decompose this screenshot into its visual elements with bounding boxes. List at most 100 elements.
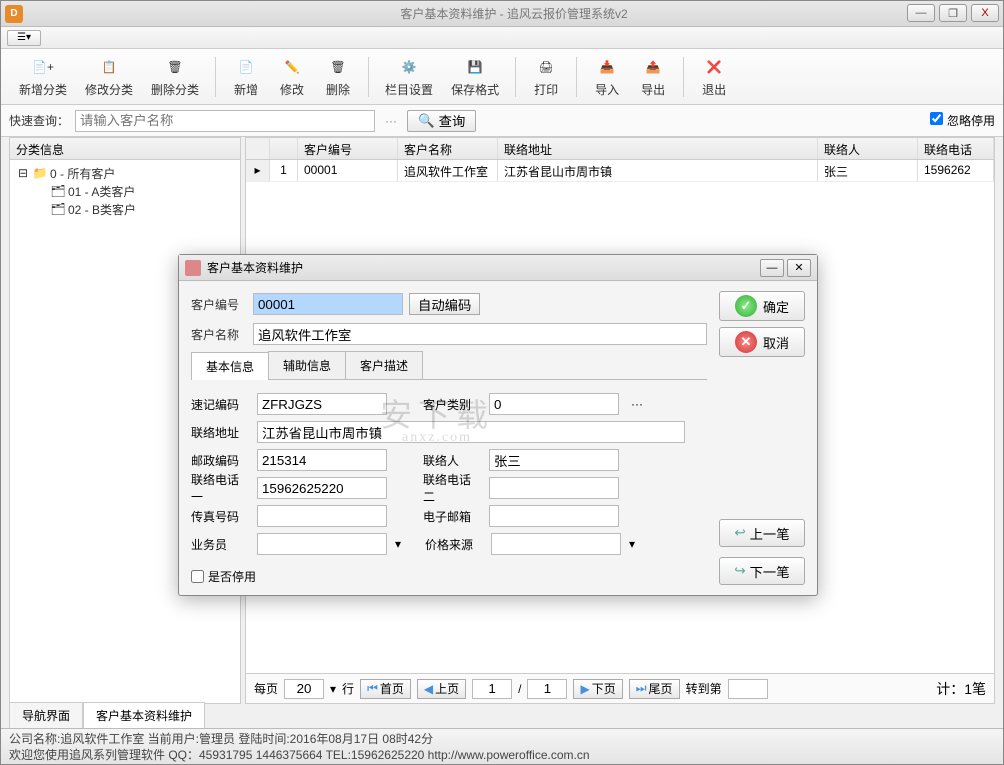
ok-button[interactable]: ✓确定 <box>719 291 805 321</box>
tree-item[interactable]: ⊟📁0 - 所有客户 <box>16 164 234 182</box>
close-button[interactable]: X <box>971 4 999 22</box>
check-icon: ✓ <box>735 295 757 317</box>
ribbon-修改[interactable]: ✏️修改 <box>270 53 314 100</box>
mnemonic-input[interactable] <box>257 393 387 415</box>
pager: 每页 ▾ 行 ⏮首页 ◀上页 / ▶下页 ⏭尾页 转到第 计：1笔 <box>246 673 994 703</box>
toolbar-icon: 📄 <box>232 55 260 79</box>
zip-input[interactable] <box>257 449 387 471</box>
address-input[interactable] <box>257 421 685 443</box>
search-more-icon[interactable]: ··· <box>381 114 401 128</box>
tree-header: 分类信息 <box>10 138 240 160</box>
last-page-button[interactable]: ⏭尾页 <box>629 679 680 699</box>
toolbar-icon: ❌ <box>700 55 728 79</box>
table-row[interactable]: ▸100001追风软件工作室江苏省昆山市周市镇张三1596262 <box>246 160 994 182</box>
ribbon-栏目设置[interactable]: ⚙️栏目设置 <box>377 53 441 100</box>
toolbar-icon: 📥 <box>593 55 621 79</box>
tel1-input[interactable] <box>257 477 387 499</box>
ribbon-删除分类[interactable]: 🗑删除分类 <box>143 53 207 100</box>
toolbar-icon: 🗑 <box>161 55 189 79</box>
next-page-button[interactable]: ▶下页 <box>573 679 622 699</box>
search-bar: 快速查询： ··· 🔍查询 忽略停用 <box>1 105 1003 137</box>
contact-input[interactable] <box>489 449 619 471</box>
prev-page-button[interactable]: ◀上页 <box>417 679 466 699</box>
ribbon-保存格式[interactable]: 💾保存格式 <box>443 53 507 100</box>
tree-item[interactable]: 🗂01 - A类客户 <box>16 182 234 200</box>
folder-icon: 🗂 <box>51 202 65 216</box>
bottom-tabs: 导航界面 客户基本资料维护 <box>9 702 205 728</box>
tab-customer-desc[interactable]: 客户描述 <box>345 351 423 379</box>
cancel-button[interactable]: ✕取消 <box>719 327 805 357</box>
customer-detail-dialog: 客户基本资料维护 — ✕ 客户编号 自动编码 客户名称 基本信息 辅助信息 客户… <box>178 254 818 596</box>
arrow-right-icon: ↪ <box>734 563 745 579</box>
arrow-left-icon: ↩ <box>734 525 745 541</box>
ribbon-打印[interactable]: 🖨打印 <box>524 53 568 100</box>
ribbon-退出[interactable]: ❌退出 <box>692 53 736 100</box>
toolbar-icon: 📋 <box>95 55 123 79</box>
tab-customer-maint[interactable]: 客户基本资料维护 <box>83 702 205 728</box>
toolbar-icon: 🖨 <box>532 55 560 79</box>
tab-basic-info[interactable]: 基本信息 <box>191 352 269 380</box>
record-count: 计：1笔 <box>936 679 986 699</box>
dropdown-icon[interactable]: ▾ <box>395 537 401 551</box>
maximize-button[interactable]: ❐ <box>939 4 967 22</box>
customer-code-input[interactable] <box>253 293 403 315</box>
page-input[interactable] <box>472 679 512 699</box>
search-icon: 🔍 <box>418 113 435 129</box>
tree-expand-icon[interactable]: ⊟ <box>16 166 30 180</box>
folder-icon: 🗂 <box>51 184 65 198</box>
email-input[interactable] <box>489 505 619 527</box>
tab-aux-info[interactable]: 辅助信息 <box>268 351 346 379</box>
qa-menu-button[interactable]: ☰▾ <box>7 30 41 46</box>
search-input[interactable] <box>75 110 375 132</box>
search-label: 快速查询： <box>9 112 69 129</box>
goto-page-input[interactable] <box>728 679 768 699</box>
auto-code-button[interactable]: 自动编码 <box>409 293 480 315</box>
category-input[interactable] <box>489 393 619 415</box>
ribbon-新增分类[interactable]: 📄+新增分类 <box>11 53 75 100</box>
window-title: 客户基本资料维护 - 追风云报价管理系统v2 <box>29 5 999 22</box>
folder-icon: 📁 <box>33 166 47 180</box>
dialog-minimize-button[interactable]: — <box>760 259 784 277</box>
ribbon-toolbar: 📄+新增分类📋修改分类🗑删除分类 📄新增✏️修改🗑删除 ⚙️栏目设置💾保存格式 🖨打印… <box>1 49 1003 105</box>
toolbar-icon: 🗑 <box>324 55 352 79</box>
sales-input[interactable] <box>257 533 387 555</box>
grid-header: 客户编号 客户名称 联络地址 联络人 联络电话 <box>246 138 994 160</box>
tel2-input[interactable] <box>489 477 619 499</box>
tree-expand-icon[interactable] <box>34 184 48 198</box>
ribbon-导入[interactable]: 📥导入 <box>585 53 629 100</box>
disabled-checkbox[interactable] <box>191 570 204 583</box>
prev-record-button[interactable]: ↩上一笔 <box>719 519 805 547</box>
ribbon-导出[interactable]: 📤导出 <box>631 53 675 100</box>
price-source-input[interactable] <box>491 533 621 555</box>
page-total <box>527 679 567 699</box>
dialog-tabs: 基本信息 辅助信息 客户描述 <box>191 351 707 380</box>
dialog-title: 客户基本资料维护 <box>207 259 303 276</box>
status-bar: 公司名称:追风软件工作室 当前用户:管理员 登陆时间:2016年08月17日 0… <box>1 728 1003 764</box>
cross-icon: ✕ <box>735 331 757 353</box>
first-page-button[interactable]: ⏮首页 <box>360 679 411 699</box>
quick-access-toolbar: ☰▾ <box>1 27 1003 49</box>
per-page-input[interactable] <box>284 679 324 699</box>
minimize-button[interactable]: — <box>907 4 935 22</box>
tab-nav[interactable]: 导航界面 <box>9 702 83 728</box>
fax-input[interactable] <box>257 505 387 527</box>
ribbon-删除[interactable]: 🗑删除 <box>316 53 360 100</box>
ribbon-修改分类[interactable]: 📋修改分类 <box>77 53 141 100</box>
app-icon: D <box>5 5 23 23</box>
status-line-2: 欢迎您使用追风系列管理软件 QQ：45931795 1446375664 TEL… <box>9 747 995 763</box>
dialog-close-button[interactable]: ✕ <box>787 259 811 277</box>
ignore-disabled-checkbox[interactable]: 忽略停用 <box>930 112 995 129</box>
tree-expand-icon[interactable] <box>34 202 48 216</box>
tree-item[interactable]: 🗂02 - B类客户 <box>16 200 234 218</box>
dropdown-icon[interactable]: ▾ <box>629 537 635 551</box>
status-line-1: 公司名称:追风软件工作室 当前用户:管理员 登陆时间:2016年08月17日 0… <box>9 731 995 747</box>
ribbon-新增[interactable]: 📄新增 <box>224 53 268 100</box>
customer-name-input[interactable] <box>253 323 707 345</box>
toolbar-icon: 📤 <box>639 55 667 79</box>
toolbar-icon: ✏️ <box>278 55 306 79</box>
dialog-icon <box>185 260 201 276</box>
toolbar-icon: 📄+ <box>29 55 57 79</box>
next-record-button[interactable]: ↪下一笔 <box>719 557 805 585</box>
query-button[interactable]: 🔍查询 <box>407 110 476 132</box>
category-lookup-icon[interactable]: ··· <box>631 397 643 411</box>
